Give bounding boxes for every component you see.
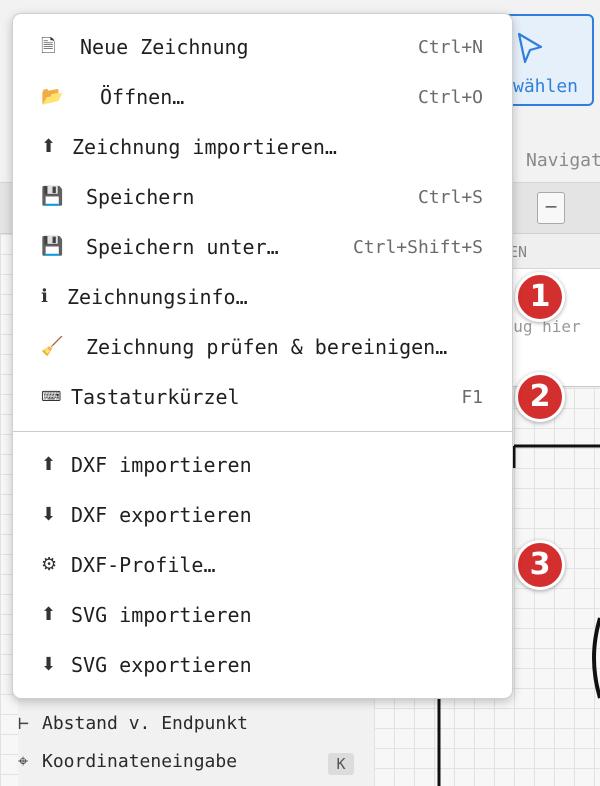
cursor-arrow-icon — [513, 30, 547, 72]
menu-item-check-cleanup[interactable]: 🧹 Zeichnung prüfen & bereinigen… — [13, 322, 512, 372]
menu-item-label: DXF exportieren — [71, 503, 252, 527]
menu-item-shortcut: Ctrl+O — [417, 87, 483, 108]
select-tool-label: wählen — [513, 76, 579, 97]
menu-item-label: Öffnen… — [100, 85, 185, 109]
shortcut-badge-k: K — [328, 753, 354, 775]
menu-item-open[interactable]: 📂 Öffnen… Ctrl+O — [13, 72, 512, 122]
download-arrow-icon: ⬇ — [41, 654, 57, 675]
upload-arrow-icon: ⬆ — [41, 604, 57, 625]
menu-item-label: Neue Zeichnung — [80, 35, 249, 59]
zoom-out-button[interactable]: – — [537, 192, 565, 224]
menu-item-dxf-profiles[interactable]: ⚙ DXF-Profile… — [13, 540, 512, 590]
menu-item-label: Zeichnungsinfo… — [67, 285, 248, 309]
new-document-icon: 🗎 — [41, 36, 56, 57]
menu-item-shortcut: F1 — [461, 387, 483, 408]
upload-arrow-icon: ⬆ — [41, 136, 57, 157]
menu-item-shortcut: Ctrl+Shift+S — [352, 237, 483, 258]
keyboard-icon: ⌨ — [41, 389, 62, 405]
menu-item-label: Speichern unter… — [86, 235, 279, 259]
coordinate-input-item[interactable]: ⌖ Koordinateneingabe — [18, 751, 237, 772]
floppy-disk-icon: 💾 — [41, 186, 64, 207]
menu-item-label: Zeichnung prüfen & bereinigen… — [86, 335, 448, 359]
menu-item-label: Zeichnung importieren… — [72, 135, 337, 159]
menu-item-svg-export[interactable]: ⬇ SVG exportieren — [13, 640, 512, 690]
gear-icon: ⚙ — [41, 554, 58, 575]
callout-badge-3: 3 — [515, 540, 565, 590]
menu-item-label: Speichern — [86, 185, 195, 209]
snap-endpoint-distance-item[interactable]: ⊢ Abstand v. Endpunkt — [18, 713, 248, 734]
menu-item-svg-import[interactable]: ⬆ SVG importieren — [13, 590, 512, 640]
menu-item-dxf-import[interactable]: ⬆ DXF importieren — [13, 440, 512, 490]
menu-item-keyboard-shortcuts[interactable]: ⌨ Tastaturkürzel F1 — [13, 372, 512, 422]
menu-item-import-drawing[interactable]: ⬆ Zeichnung importieren… — [13, 122, 512, 172]
menu-item-label: SVG importieren — [71, 603, 252, 627]
callout-badge-1: 1 — [515, 272, 565, 322]
broom-icon: 🧹 — [41, 336, 64, 357]
upload-arrow-icon: ⬆ — [41, 454, 57, 475]
coordinate-input-label: Koordinateneingabe — [42, 751, 238, 772]
menu-item-save[interactable]: 💾 Speichern Ctrl+S — [13, 172, 512, 222]
menu-item-drawing-info[interactable]: ℹ Zeichnungsinfo… — [13, 272, 512, 322]
menu-item-new-drawing[interactable]: 🗎 Neue Zeichnung Ctrl+N — [13, 22, 512, 72]
menu-item-save-as[interactable]: 💾 Speichern unter… Ctrl+Shift+S — [13, 222, 512, 272]
floppy-disk-icon: 💾 — [41, 236, 64, 257]
callout-badge-2: 2 — [515, 372, 565, 422]
tab-navigate[interactable]: Navigat — [526, 150, 600, 171]
download-arrow-icon: ⬇ — [41, 504, 57, 525]
menu-item-label: DXF importieren — [71, 453, 252, 477]
menu-item-dxf-export[interactable]: ⬇ DXF exportieren — [13, 490, 512, 540]
menu-item-label: Tastaturkürzel — [71, 385, 240, 409]
snap-endpoint-distance-label: Abstand v. Endpunkt — [42, 713, 248, 734]
menu-item-label: DXF-Profile… — [71, 553, 216, 577]
file-menu: 🗎 Neue Zeichnung Ctrl+N 📂 Öffnen… Ctrl+O… — [12, 13, 513, 699]
menu-item-shortcut: Ctrl+N — [417, 37, 483, 58]
menu-item-label: SVG exportieren — [71, 653, 252, 677]
folder-open-icon: 📂 — [41, 86, 64, 107]
menu-item-shortcut: Ctrl+S — [417, 187, 483, 208]
endpoint-distance-icon: ⊢ — [18, 713, 29, 734]
crosshair-icon: ⌖ — [18, 751, 29, 772]
menu-separator — [13, 431, 512, 432]
